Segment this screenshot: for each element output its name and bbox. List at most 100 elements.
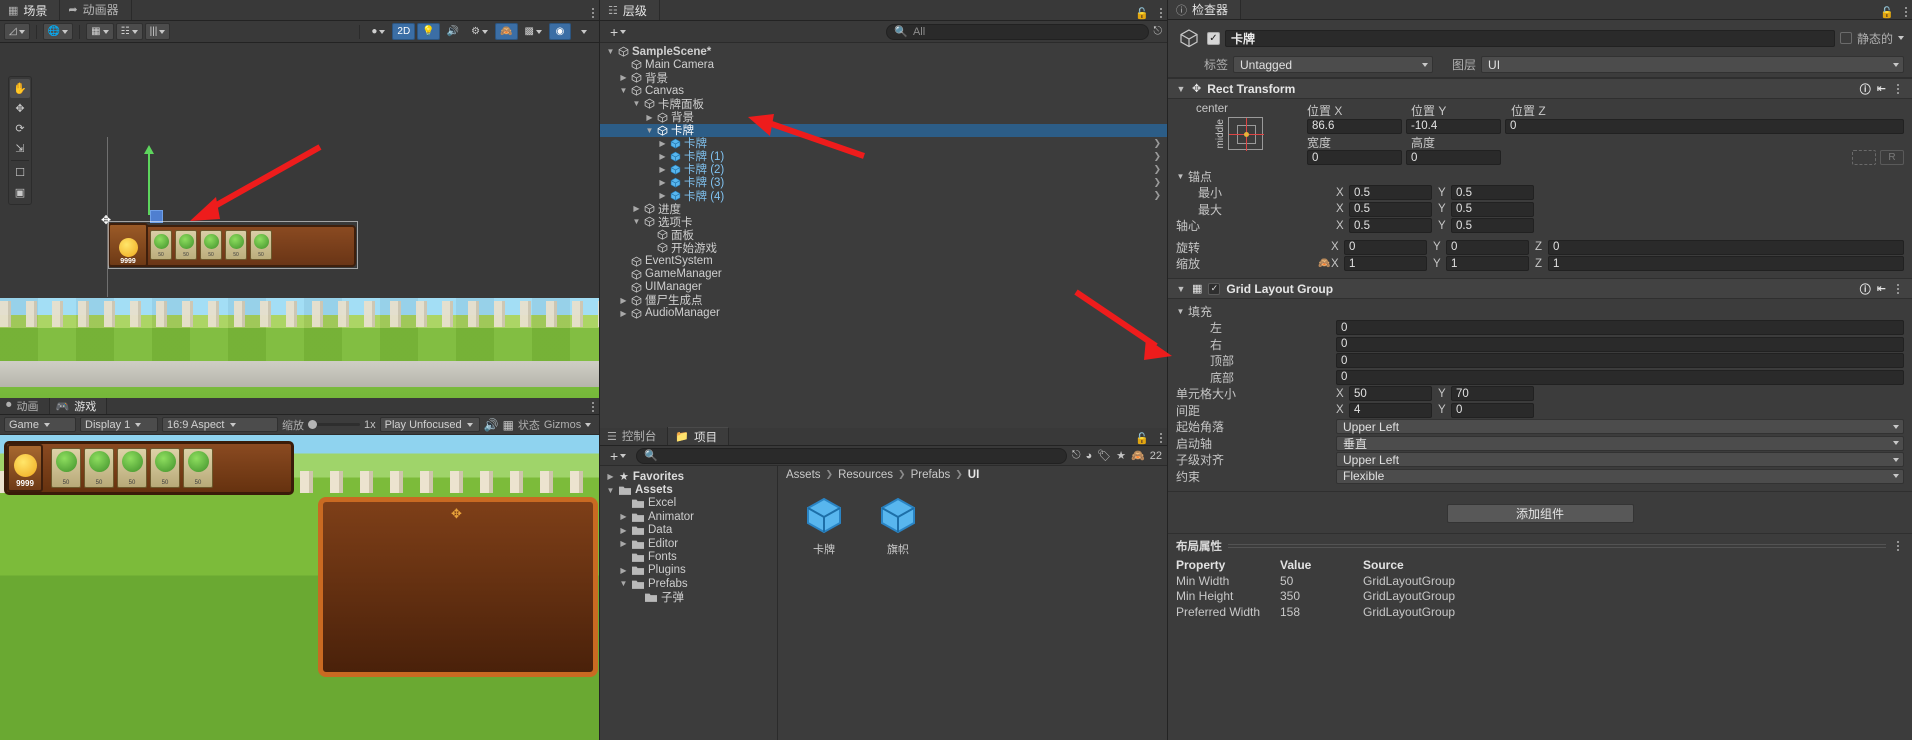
hierarchy-item-0[interactable]: ▼ SampleScene* — [600, 45, 1167, 58]
lock-icon[interactable]: 🔓 — [1135, 432, 1149, 445]
spacing-x-input[interactable]: 4 — [1349, 402, 1432, 418]
tag-dropdown[interactable]: Untagged — [1233, 56, 1434, 73]
scale-z-input[interactable]: 1 — [1548, 256, 1904, 272]
toggle-2d-button[interactable]: 2D — [392, 23, 416, 40]
raw-edit-mode-button[interactable]: R — [1880, 150, 1904, 166]
rotation-y-input[interactable]: 0 — [1446, 239, 1529, 255]
chevron-right-icon[interactable]: ▶ — [645, 113, 654, 122]
filter-favorite-icon[interactable]: ★ — [1116, 449, 1126, 462]
prefab-open-chevron-icon[interactable]: ❯ — [1153, 177, 1167, 188]
hierarchy-item-19[interactable]: ▶ 僵尸生成点 — [600, 294, 1167, 307]
seed-card[interactable]: 50 — [84, 448, 114, 488]
anchor-max-x-input[interactable]: 0.5 — [1349, 201, 1432, 217]
preset-icon[interactable]: ⇤ — [1877, 282, 1886, 295]
project-folder-7[interactable]: ▶ Plugins — [600, 564, 777, 577]
hierarchy-search-input[interactable]: 🔍 All — [886, 23, 1150, 40]
hierarchy-panel-menu[interactable] — [1155, 6, 1167, 20]
scene-visibility-button[interactable]: 🙈 — [495, 23, 518, 40]
chevron-down-icon[interactable]: ▼ — [1176, 284, 1186, 294]
prefab-open-chevron-icon[interactable]: ❯ — [1153, 151, 1167, 162]
start-axis-dropdown[interactable]: 垂直 — [1336, 435, 1904, 451]
tab-animator[interactable]: ➦ 动画器 — [60, 0, 132, 20]
chevron-right-icon[interactable]: ▶ — [619, 309, 628, 318]
breadcrumb-item-2[interactable]: Prefabs — [911, 469, 951, 481]
chevron-right-icon[interactable]: ▶ — [619, 526, 628, 535]
padding-bottom-input[interactable]: 0 — [1336, 369, 1904, 385]
project-panel-menu[interactable] — [1155, 431, 1167, 445]
tab-inspector[interactable]: ⓘ 检查器 — [1168, 0, 1242, 19]
layer-dropdown[interactable]: UI — [1481, 56, 1904, 73]
chevron-right-icon[interactable]: ▶ — [632, 204, 641, 213]
rect-tool-icon[interactable]: ☐ — [10, 163, 30, 182]
seed-card[interactable]: 50 — [51, 448, 81, 488]
blueprint-mode-button[interactable] — [1852, 150, 1876, 166]
object-enabled-checkbox[interactable]: ✓ — [1207, 31, 1220, 45]
gizmos-dropdown-button[interactable] — [573, 23, 595, 40]
chevron-right-icon[interactable]: ▶ — [606, 472, 615, 481]
chevron-down-icon[interactable]: ▼ — [1176, 172, 1185, 181]
pivot-handle-icon[interactable]: ✥ — [101, 213, 115, 227]
chevron-down-icon[interactable]: ▼ — [619, 579, 628, 588]
component-header-grid-layout-group[interactable]: ▼ ▦ ✓ Grid Layout Group ⓘ ⇤ — [1168, 278, 1912, 299]
play-mode-dropdown[interactable]: Play Unfocused — [379, 417, 480, 432]
scale-y-input[interactable]: 1 — [1446, 256, 1529, 272]
tab-animation[interactable]: ⏺ 动画 — [0, 397, 50, 414]
stats-label[interactable]: 状态 — [518, 417, 540, 433]
anchor-max-y-input[interactable]: 0.5 — [1451, 201, 1534, 217]
anchor-preset-widget[interactable] — [1227, 117, 1264, 151]
chevron-right-icon[interactable]: ▶ — [619, 539, 628, 548]
component-menu[interactable] — [1892, 282, 1904, 296]
add-component-button[interactable]: 添加组件 — [1446, 503, 1634, 523]
tab-console[interactable]: ☰ 控制台 — [600, 427, 669, 445]
chevron-right-icon[interactable]: ▶ — [619, 512, 628, 521]
component-menu[interactable] — [1892, 82, 1904, 96]
pos-x-input[interactable]: 86.6 — [1307, 118, 1402, 134]
project-folder-0[interactable]: ▶ ★ Favorites — [600, 470, 777, 484]
chevron-right-icon[interactable]: ▶ — [619, 566, 628, 575]
game-view-canvas[interactable]: 50 50 50 50 50 9999 ✥ — [0, 435, 599, 740]
seed-card[interactable]: 50 — [117, 448, 147, 488]
toggle-lighting-button[interactable]: 💡 — [417, 23, 440, 40]
stats-grid-icon[interactable]: ▦ — [503, 418, 514, 432]
project-search-input[interactable]: 🔍 — [636, 447, 1067, 464]
chevron-right-icon[interactable]: ▶ — [658, 191, 667, 200]
rotation-x-input[interactable]: 0 — [1344, 239, 1427, 255]
pivot-y-input[interactable]: 0.5 — [1451, 218, 1534, 234]
breadcrumb-item-1[interactable]: Resources — [838, 469, 893, 481]
scene-view-canvas[interactable]: 9999 50 50 50 50 50 ✥ ✋ ✥ ⟳ ⇲ ☐ ▣ — [0, 43, 599, 398]
prefab-open-chevron-icon[interactable]: ❯ — [1153, 190, 1167, 201]
pivot-x-input[interactable]: 0.5 — [1349, 218, 1432, 234]
cell-size-y-input[interactable]: 70 — [1451, 386, 1534, 402]
filter-type-icon[interactable]: ◕ — [1086, 450, 1093, 462]
filter-label-icon[interactable]: 🏷 — [1097, 449, 1111, 462]
chevron-right-icon[interactable]: ▶ — [658, 152, 667, 161]
component-header-rect-transform[interactable]: ▼ ✥ Rect Transform ⓘ ⇤ — [1168, 78, 1912, 99]
asset-item-0[interactable]: 卡牌 — [800, 495, 848, 557]
help-icon[interactable]: ⓘ — [1860, 281, 1871, 297]
snap-increment-button[interactable]: ☷ — [115, 23, 143, 40]
scene-panel-menu[interactable] — [587, 6, 599, 20]
padding-right-input[interactable]: 0 — [1336, 336, 1904, 352]
scale-slider[interactable] — [308, 420, 360, 429]
static-checkbox[interactable] — [1839, 32, 1852, 44]
inspector-panel-menu[interactable] — [1900, 5, 1912, 19]
rotate-tool-icon[interactable]: ⟳ — [10, 119, 30, 138]
asset-item-1[interactable]: 旗帜 — [874, 495, 922, 557]
chevron-down-icon[interactable]: ▼ — [606, 47, 615, 56]
tab-scene[interactable]: ▦ 场景 — [0, 0, 61, 20]
breadcrumb-item-3[interactable]: UI — [968, 469, 980, 481]
start-corner-dropdown[interactable]: Upper Left — [1336, 419, 1904, 435]
hand-tool-icon[interactable]: ✋ — [10, 79, 30, 98]
chevron-right-icon[interactable]: ▶ — [619, 73, 628, 82]
hierarchy-item-1[interactable]: Main Camera — [600, 58, 1167, 71]
expand-search-icon[interactable]: ⎋ — [1072, 449, 1081, 462]
asset-grid[interactable]: 卡牌 旗帜 — [778, 483, 1167, 740]
pos-z-input[interactable]: 0 — [1505, 118, 1904, 134]
spacing-y-input[interactable]: 0 — [1451, 402, 1534, 418]
project-folder-1[interactable]: ▼ Assets — [600, 483, 777, 496]
aspect-dropdown[interactable]: 16:9 Aspect — [162, 417, 278, 432]
project-folder-3[interactable]: ▶ Animator — [600, 510, 777, 523]
hierarchy-item-2[interactable]: ▶ 背景 — [600, 71, 1167, 85]
project-folder-5[interactable]: ▶ Editor — [600, 537, 777, 550]
chevron-down-icon[interactable]: ▼ — [645, 126, 654, 135]
